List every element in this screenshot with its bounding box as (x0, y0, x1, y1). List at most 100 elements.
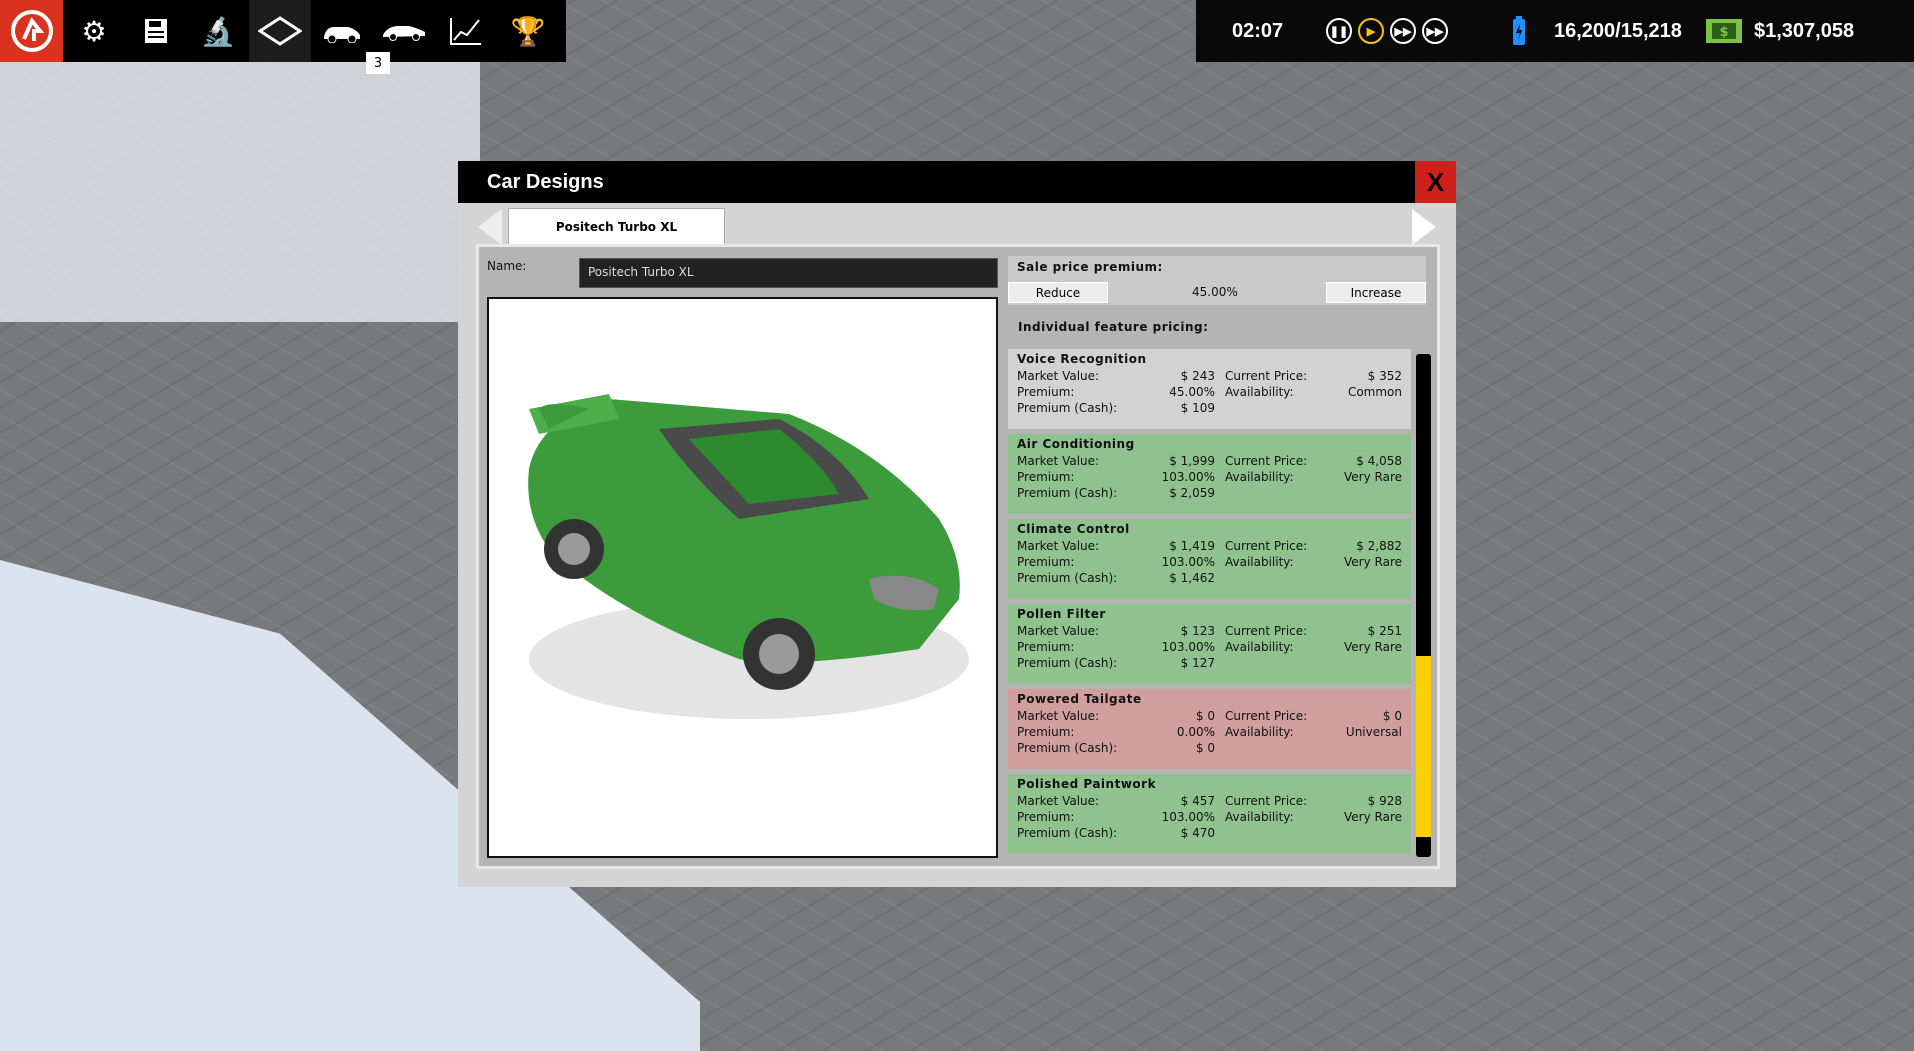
market-value-label: Market Value: (1017, 709, 1100, 723)
availability-label: Availability: (1225, 555, 1294, 569)
prev-design-arrow-icon[interactable] (478, 209, 502, 245)
market-value: $ 123 (1180, 624, 1215, 638)
feature-name: Pollen Filter (1017, 607, 1106, 621)
availability-label: Availability: (1225, 470, 1294, 484)
availability-label: Availability: (1225, 810, 1294, 824)
feature-scrollbar[interactable] (1416, 354, 1431, 857)
availability-label: Availability: (1225, 725, 1294, 739)
market-value: $ 0 (1195, 709, 1215, 723)
current-price-label: Current Price: (1225, 624, 1308, 638)
premium-label: Premium: (1017, 555, 1075, 569)
name-label: Name: (487, 259, 527, 273)
microscope-icon[interactable]: 🔬 (187, 0, 249, 62)
current-price: $ 0 (1382, 709, 1402, 723)
feature-pricing-header: Individual feature pricing: (1018, 320, 1209, 334)
availability-value: Very Rare (1344, 640, 1402, 654)
premium-label: Premium: (1017, 810, 1075, 824)
office-area (0, 62, 480, 322)
logo-icon[interactable] (0, 0, 63, 62)
premium-label: Premium: (1017, 470, 1075, 484)
premium-cash-label: Premium (Cash): (1017, 571, 1118, 585)
feature-card: Voice Recognition Market Value: $ 243 Curr… (1008, 349, 1411, 429)
current-price: $ 4,058 (1356, 454, 1402, 468)
svg-text:$: $ (1719, 25, 1728, 40)
feature-name: Air Conditioning (1017, 437, 1135, 451)
play-icon[interactable]: ▶ (1358, 18, 1384, 44)
premium-value: 103.00% (1161, 810, 1215, 824)
battery-icon (1512, 0, 1526, 62)
scrollbar-thumb[interactable] (1416, 655, 1431, 837)
car-image (528, 394, 969, 719)
close-button[interactable]: X (1415, 161, 1456, 203)
availability-value: Very Rare (1344, 555, 1402, 569)
availability-value: Common (1347, 385, 1402, 399)
premium-label: Premium: (1017, 385, 1075, 399)
market-value-label: Market Value: (1017, 624, 1100, 638)
car-preview (487, 297, 998, 858)
increase-button[interactable]: Increase (1326, 282, 1426, 303)
fastest-forward-icon[interactable]: ▶▶ (1422, 18, 1448, 44)
market-value-label: Market Value: (1017, 369, 1100, 383)
pause-icon[interactable]: ❚❚ (1326, 18, 1352, 44)
feature-card: Climate Control Market Value: $ 1,419 Curr… (1008, 519, 1411, 599)
diamond-view-icon[interactable] (249, 0, 311, 62)
feature-list: Voice Recognition Market Value: $ 243 Curr… (1008, 349, 1411, 857)
premium-cash-value: $ 2,059 (1169, 486, 1215, 500)
market-value: $ 1,999 (1169, 454, 1215, 468)
premium-cash-label: Premium (Cash): (1017, 656, 1118, 670)
premium-cash-value: $ 127 (1180, 656, 1215, 670)
premium-value: 0.00% (1176, 725, 1215, 739)
market-value: $ 243 (1180, 369, 1215, 383)
cash-readout: $1,307,058 (1754, 19, 1855, 42)
sale-price-premium-panel: Sale price premium: Reduce 45.00% Increa… (1008, 256, 1426, 305)
current-price: $ 352 (1367, 369, 1402, 383)
notification-badge: 3 (366, 52, 390, 74)
premium-cash-label: Premium (Cash): (1017, 826, 1118, 840)
availability-value: Very Rare (1344, 810, 1402, 824)
feature-card: Pollen Filter Market Value: $ 123 Current … (1008, 604, 1411, 684)
premium-value: 103.00% (1161, 470, 1215, 484)
current-price-label: Current Price: (1225, 454, 1308, 468)
name-input[interactable]: Positech Turbo XL (579, 258, 998, 288)
market-value: $ 1,419 (1169, 539, 1215, 553)
premium-cash-value: $ 1,462 (1169, 571, 1215, 585)
availability-value: Universal (1345, 725, 1402, 739)
tab-positech-turbo-xl[interactable]: Positech Turbo XL (508, 208, 725, 245)
main-toolbar: ⚙ 🔬 🏆 (0, 0, 566, 62)
feature-name: Polished Paintwork (1017, 777, 1157, 791)
availability-label: Availability: (1225, 640, 1294, 654)
current-price: $ 2,882 (1356, 539, 1402, 553)
feature-name: Powered Tailgate (1017, 692, 1142, 706)
next-design-arrow-icon[interactable] (1412, 209, 1436, 245)
market-value-label: Market Value: (1017, 454, 1100, 468)
feature-name: Climate Control (1017, 522, 1130, 536)
dialog-titlebar: Car Designs X (458, 161, 1456, 203)
current-price: $ 251 (1367, 624, 1402, 638)
premium-value: 103.00% (1161, 640, 1215, 654)
current-price: $ 928 (1367, 794, 1402, 808)
current-price-label: Current Price: (1225, 369, 1308, 383)
chart-icon[interactable] (435, 0, 497, 62)
fast-forward-icon[interactable]: ▶▶ (1390, 18, 1416, 44)
gear-icon[interactable]: ⚙ (63, 0, 125, 62)
feature-card: Polished Paintwork Market Value: $ 457 Cur… (1008, 774, 1411, 854)
car-designs-icon[interactable] (311, 0, 373, 62)
market-value: $ 457 (1180, 794, 1215, 808)
save-icon[interactable] (125, 0, 187, 62)
current-price-label: Current Price: (1225, 539, 1308, 553)
premium-label: Premium: (1017, 640, 1075, 654)
premium-value: 45.00% (1169, 385, 1215, 399)
cash-icon: $ (1705, 0, 1743, 62)
premium-value: 103.00% (1161, 555, 1215, 569)
availability-label: Availability: (1225, 385, 1294, 399)
feature-card: Air Conditioning Market Value: $ 1,999 Cur… (1008, 434, 1411, 514)
power-readout: 16,200/15,218 (1554, 19, 1682, 42)
premium-value: 45.00% (1192, 285, 1238, 299)
reduce-button[interactable]: Reduce (1008, 282, 1108, 303)
current-price-label: Current Price: (1225, 794, 1308, 808)
market-value-label: Market Value: (1017, 539, 1100, 553)
current-price-label: Current Price: (1225, 709, 1308, 723)
premium-cash-label: Premium (Cash): (1017, 741, 1118, 755)
trophy-icon[interactable]: 🏆 (497, 0, 559, 62)
market-value-label: Market Value: (1017, 794, 1100, 808)
